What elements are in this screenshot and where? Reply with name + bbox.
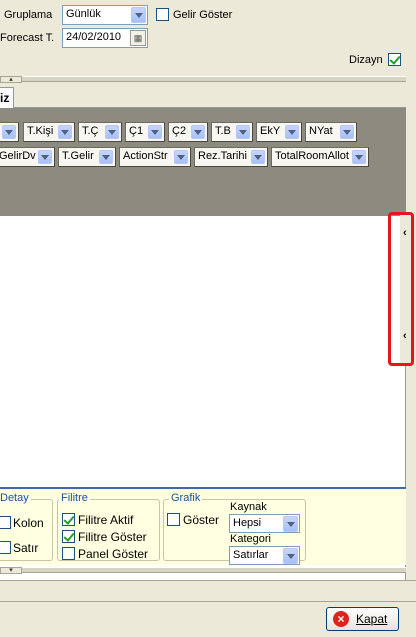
kaynak-label: Kaynak <box>230 501 267 513</box>
column-field-button[interactable]: T.Kişi <box>23 122 75 142</box>
detay-group: Detay Kolon Satır <box>0 492 53 561</box>
column-header-row-1: T.Kişi T.Ç Ç1 Ç2 T.B EkY NYat <box>0 122 406 144</box>
close-icon: × <box>333 611 349 627</box>
column-field-button[interactable]: Ç1 <box>125 122 165 142</box>
chevron-down-icon[interactable] <box>148 125 162 139</box>
chevron-down-icon[interactable] <box>38 150 52 164</box>
column-field-button[interactable]: NYat <box>305 122 357 142</box>
column-field-button[interactable]: Rez.Tarihi <box>194 147 268 167</box>
kolon-checkbox[interactable] <box>0 516 11 529</box>
forecast-label: Forecast T. <box>0 32 55 44</box>
filitre-goster-label[interactable]: Filitre Göster <box>78 530 147 544</box>
chevron-down-icon[interactable] <box>236 125 250 139</box>
chevron-down-icon[interactable] <box>191 125 205 139</box>
column-field-button[interactable]: TotalRoomAllot <box>271 147 369 167</box>
chevron-down-icon[interactable] <box>99 150 113 164</box>
kolon-label[interactable]: Kolon <box>13 516 44 530</box>
column-field-button[interactable]: GelirDv <box>0 147 55 167</box>
chevron-down-icon[interactable] <box>174 150 188 164</box>
tab-label: iz <box>0 91 10 105</box>
column-field-button[interactable]: ActionStr <box>119 147 191 167</box>
chevron-down-icon[interactable] <box>2 125 16 139</box>
column-field-button[interactable]: EkY <box>256 122 302 142</box>
chevron-down-icon[interactable] <box>340 125 354 139</box>
chevron-down-icon[interactable] <box>285 125 299 139</box>
panel-goster-label[interactable]: Panel Göster <box>78 547 148 561</box>
column-field-button[interactable]: T.Ç <box>78 122 122 142</box>
column-field-button[interactable]: Ç2 <box>168 122 208 142</box>
grafik-goster-label[interactable]: Göster <box>183 513 219 527</box>
top-splitter[interactable]: ▴ <box>0 76 406 83</box>
kaynak-select[interactable]: Hepsi <box>229 514 300 533</box>
chevron-down-icon[interactable] <box>58 125 72 139</box>
forecast-date-field[interactable]: 24/02/2010 ▦ <box>62 28 148 48</box>
bottom-splitter[interactable]: ▾ <box>0 567 406 574</box>
dizayn-checkbox[interactable] <box>388 53 401 66</box>
filitre-aktif-label[interactable]: Filitre Aktif <box>78 513 133 527</box>
tab-strip: iz <box>0 86 406 108</box>
satir-label[interactable]: Satır <box>13 541 38 555</box>
kategori-select[interactable]: Satırlar <box>229 546 300 565</box>
grafik-goster-checkbox[interactable] <box>167 513 180 526</box>
filitre-title: Filitre <box>59 492 90 504</box>
chevron-down-icon[interactable] <box>131 7 146 23</box>
dizayn-label[interactable]: Dizayn <box>349 54 383 66</box>
chevron-down-icon[interactable] <box>352 150 366 164</box>
gruplama-select[interactable]: Günlük <box>62 5 148 25</box>
gelir-goster-label[interactable]: Gelir Göster <box>173 9 232 21</box>
tab-analiz[interactable]: iz <box>0 87 14 108</box>
kategori-label: Kategori <box>230 533 271 545</box>
status-bar <box>0 580 416 602</box>
column-field-button[interactable]: T.B <box>211 122 253 142</box>
close-button[interactable]: × Kapat <box>326 607 399 631</box>
gelir-goster-checkbox[interactable] <box>156 8 169 21</box>
chevron-down-icon[interactable] <box>283 516 298 532</box>
filitre-group: Filitre Filitre Aktif Filitre Göster Pan… <box>57 492 160 561</box>
forecast-date-value: 24/02/2010 <box>66 31 122 43</box>
grafik-title: Grafik <box>169 492 203 504</box>
detay-title: Detay <box>0 492 31 504</box>
kategori-value: Satırlar <box>233 549 269 561</box>
gruplama-label: Gruplama <box>4 9 53 21</box>
panel-goster-checkbox[interactable] <box>62 547 75 560</box>
chevron-down-icon[interactable] <box>251 150 265 164</box>
column-group-panel: T.Kişi T.Ç Ç1 Ç2 T.B EkY NYat GelirDv T.… <box>0 108 406 216</box>
options-panel: Detay Kolon Satır Filitre Filitre Aktif … <box>0 487 406 565</box>
satir-checkbox[interactable] <box>0 541 11 554</box>
filitre-aktif-checkbox[interactable] <box>62 513 75 526</box>
column-header-row-2: GelirDv T.Gelir ActionStr Rez.Tarihi Tot… <box>0 147 406 169</box>
column-field-button[interactable]: T.Gelir <box>58 147 116 167</box>
grafik-group: Grafik Göster Kaynak Hepsi Kategori Satı… <box>163 492 306 565</box>
filter-panel: Gruplama Günlük Gelir Göster Forecast T.… <box>0 0 416 72</box>
calendar-icon[interactable]: ▦ <box>130 30 146 46</box>
column-field-button[interactable] <box>0 122 19 142</box>
splitter-collapse-down-icon[interactable]: ▾ <box>0 567 22 574</box>
highlight-box <box>388 212 414 366</box>
chevron-down-icon[interactable] <box>283 548 298 564</box>
close-button-label: Kapat <box>356 612 388 626</box>
filitre-goster-checkbox[interactable] <box>62 530 75 543</box>
kaynak-value: Hepsi <box>233 517 262 529</box>
splitter-collapse-up-icon[interactable]: ▴ <box>0 76 22 83</box>
chevron-down-icon[interactable] <box>105 125 119 139</box>
gruplama-value: Günlük <box>66 8 101 20</box>
